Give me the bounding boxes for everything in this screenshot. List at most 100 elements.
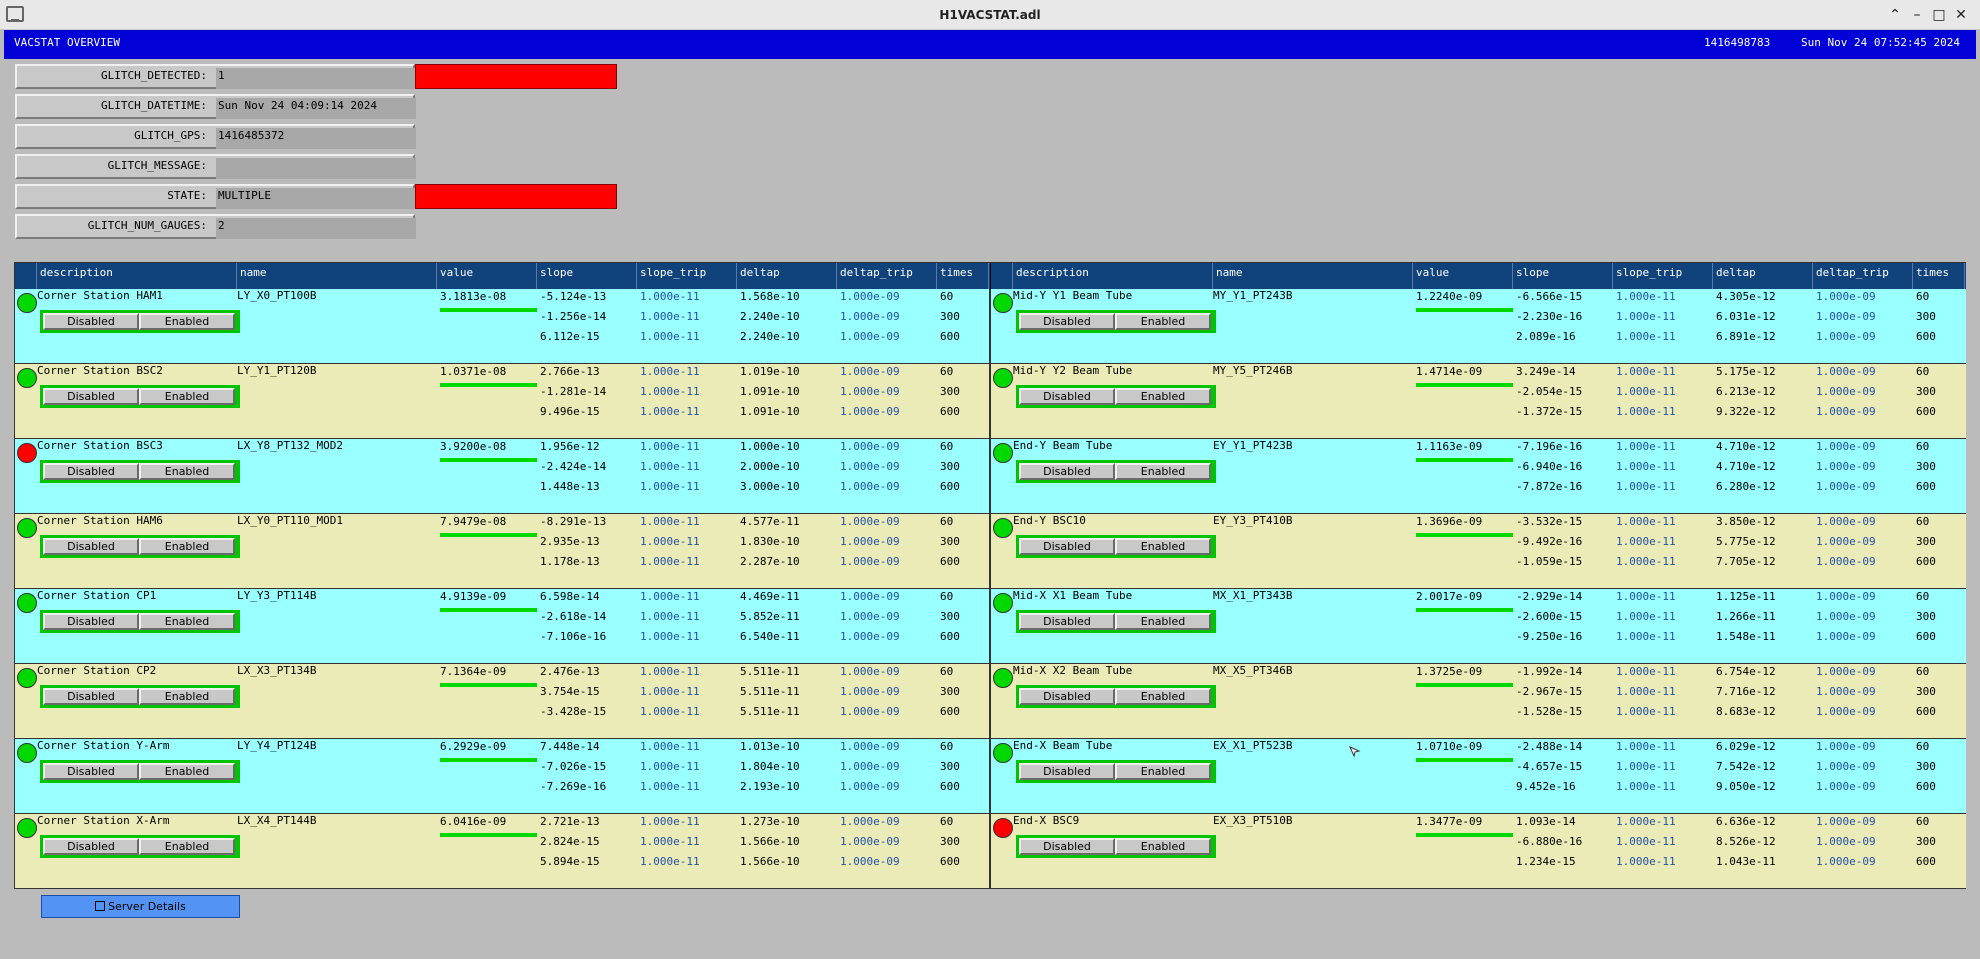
minimize-icon[interactable]: – bbox=[1908, 6, 1926, 24]
gauge-value-bar bbox=[440, 383, 537, 387]
slope-trip-value: 1.000e-11 bbox=[640, 740, 700, 753]
slope-value: 9.496e-15 bbox=[540, 405, 600, 418]
times-value: 300 bbox=[940, 835, 960, 848]
gauge-value: 1.1163e-09 bbox=[1416, 440, 1483, 453]
gauge-row: Mid-X X1 Beam Tube MX_X1_PT343B 2.0017e-09… bbox=[991, 589, 1966, 664]
enabled-button[interactable]: Enabled bbox=[1115, 838, 1211, 855]
disabled-button[interactable]: Disabled bbox=[1019, 463, 1115, 480]
enable-toggle[interactable]: Disabled Enabled bbox=[40, 385, 240, 408]
times-value: 300 bbox=[1916, 835, 1936, 848]
slope-value: 3.249e-14 bbox=[1516, 365, 1576, 378]
enabled-button[interactable]: Enabled bbox=[139, 613, 235, 630]
glitch-row: STATE: MULTIPLE bbox=[15, 184, 617, 209]
times-value: 600 bbox=[1916, 705, 1936, 718]
gauge-value: 3.1813e-08 bbox=[440, 290, 507, 303]
disabled-button[interactable]: Disabled bbox=[43, 838, 139, 855]
times-value: 600 bbox=[940, 855, 960, 868]
enable-toggle[interactable]: Disabled Enabled bbox=[40, 760, 240, 783]
enable-toggle[interactable]: Disabled Enabled bbox=[40, 310, 240, 333]
slope-trip-value: 1.000e-11 bbox=[640, 685, 700, 698]
enable-toggle[interactable]: Disabled Enabled bbox=[1016, 760, 1216, 783]
glitch-alarm-indicator bbox=[415, 184, 617, 209]
enable-toggle[interactable]: Disabled Enabled bbox=[1016, 535, 1216, 558]
column-header: value bbox=[1413, 263, 1513, 289]
enabled-button[interactable]: Enabled bbox=[1115, 688, 1211, 705]
enabled-button[interactable]: Enabled bbox=[139, 688, 235, 705]
enabled-button[interactable]: Enabled bbox=[1115, 463, 1211, 480]
disabled-button[interactable]: Disabled bbox=[43, 388, 139, 405]
enabled-button[interactable]: Enabled bbox=[1115, 388, 1211, 405]
slope-trip-value: 1.000e-11 bbox=[1616, 515, 1676, 528]
glitch-value: 1416485372 bbox=[218, 129, 285, 142]
enabled-button[interactable]: Enabled bbox=[1115, 538, 1211, 555]
enable-toggle[interactable]: Disabled Enabled bbox=[40, 535, 240, 558]
enable-toggle[interactable]: Disabled Enabled bbox=[40, 835, 240, 858]
deltap-value: 1.273e-10 bbox=[740, 815, 800, 828]
disabled-button[interactable]: Disabled bbox=[1019, 313, 1115, 330]
deltap-trip-value: 1.000e-09 bbox=[840, 515, 900, 528]
times-value: 60 bbox=[940, 440, 954, 453]
times-value: 600 bbox=[1916, 330, 1936, 343]
disabled-button[interactable]: Disabled bbox=[1019, 538, 1115, 555]
gauge-name: MX_X1_PT343B bbox=[1213, 589, 1293, 602]
enabled-button[interactable]: Enabled bbox=[139, 763, 235, 780]
slope-trip-value: 1.000e-11 bbox=[1616, 385, 1676, 398]
enable-toggle[interactable]: Disabled Enabled bbox=[1016, 835, 1216, 858]
gauge-value: 1.0710e-09 bbox=[1416, 740, 1483, 753]
enable-toggle[interactable]: Disabled Enabled bbox=[1016, 460, 1216, 483]
gauge-row: Corner Station Y-Arm LY_Y4_PT124B 6.2929e-… bbox=[15, 739, 990, 814]
enable-toggle[interactable]: Disabled Enabled bbox=[1016, 385, 1216, 408]
deltap-value: 8.526e-12 bbox=[1716, 835, 1776, 848]
deltap-value: 9.050e-12 bbox=[1716, 780, 1776, 793]
gauge-row: Corner Station CP2 LX_X3_PT134B 7.1364e-09… bbox=[15, 664, 990, 739]
enable-toggle[interactable]: Disabled Enabled bbox=[40, 460, 240, 483]
times-value: 60 bbox=[1916, 290, 1930, 303]
disabled-button[interactable]: Disabled bbox=[43, 763, 139, 780]
disabled-button[interactable]: Disabled bbox=[43, 463, 139, 480]
times-value: 300 bbox=[1916, 685, 1936, 698]
enable-toggle[interactable]: Disabled Enabled bbox=[1016, 610, 1216, 633]
disabled-button[interactable]: Disabled bbox=[1019, 763, 1115, 780]
enable-toggle[interactable]: Disabled Enabled bbox=[1016, 685, 1216, 708]
glitch-field: STATE: MULTIPLE bbox=[15, 184, 416, 209]
status-indicator bbox=[17, 368, 37, 388]
slope-value: -1.059e-15 bbox=[1516, 555, 1583, 568]
enable-toggle[interactable]: Disabled Enabled bbox=[40, 685, 240, 708]
enable-toggle[interactable]: Disabled Enabled bbox=[40, 610, 240, 633]
enabled-button[interactable]: Enabled bbox=[139, 838, 235, 855]
slope-trip-value: 1.000e-11 bbox=[640, 385, 700, 398]
times-value: 600 bbox=[940, 555, 960, 568]
gauge-row: Corner Station HAM1 LY_X0_PT100B 3.1813e-0… bbox=[15, 289, 990, 364]
deltap-trip-value: 1.000e-09 bbox=[840, 740, 900, 753]
deltap-value: 5.175e-12 bbox=[1716, 365, 1776, 378]
enabled-button[interactable]: Enabled bbox=[139, 463, 235, 480]
disabled-button[interactable]: Disabled bbox=[43, 313, 139, 330]
disabled-button[interactable]: Disabled bbox=[1019, 613, 1115, 630]
slope-value: 1.956e-12 bbox=[540, 440, 600, 453]
enable-toggle[interactable]: Disabled Enabled bbox=[1016, 310, 1216, 333]
disabled-button[interactable]: Disabled bbox=[1019, 688, 1115, 705]
enabled-button[interactable]: Enabled bbox=[139, 538, 235, 555]
chevron-up-icon[interactable]: ⌃ bbox=[1886, 6, 1904, 24]
enabled-button[interactable]: Enabled bbox=[139, 388, 235, 405]
enabled-button[interactable]: Enabled bbox=[1115, 613, 1211, 630]
enabled-button[interactable]: Enabled bbox=[1115, 763, 1211, 780]
server-details-button[interactable]: Server Details bbox=[41, 895, 240, 918]
deltap-trip-value: 1.000e-09 bbox=[1816, 440, 1876, 453]
maximize-icon[interactable]: □ bbox=[1930, 6, 1948, 24]
disabled-button[interactable]: Disabled bbox=[43, 613, 139, 630]
disabled-button[interactable]: Disabled bbox=[43, 688, 139, 705]
gauge-description: End-Y BSC10 bbox=[1013, 514, 1086, 527]
deltap-trip-value: 1.000e-09 bbox=[1816, 460, 1876, 473]
disabled-button[interactable]: Disabled bbox=[1019, 838, 1115, 855]
disabled-button[interactable]: Disabled bbox=[1019, 388, 1115, 405]
glitch-field: GLITCH_NUM_GAUGES: 2 bbox=[15, 214, 416, 239]
enabled-button[interactable]: Enabled bbox=[139, 313, 235, 330]
disabled-button[interactable]: Disabled bbox=[43, 538, 139, 555]
slope-value: -7.106e-16 bbox=[540, 630, 607, 643]
close-icon[interactable]: ✕ bbox=[1952, 6, 1970, 24]
deltap-value: 5.511e-11 bbox=[740, 665, 800, 678]
deltap-trip-value: 1.000e-09 bbox=[1816, 630, 1876, 643]
enabled-button[interactable]: Enabled bbox=[1115, 313, 1211, 330]
deltap-value: 5.511e-11 bbox=[740, 705, 800, 718]
